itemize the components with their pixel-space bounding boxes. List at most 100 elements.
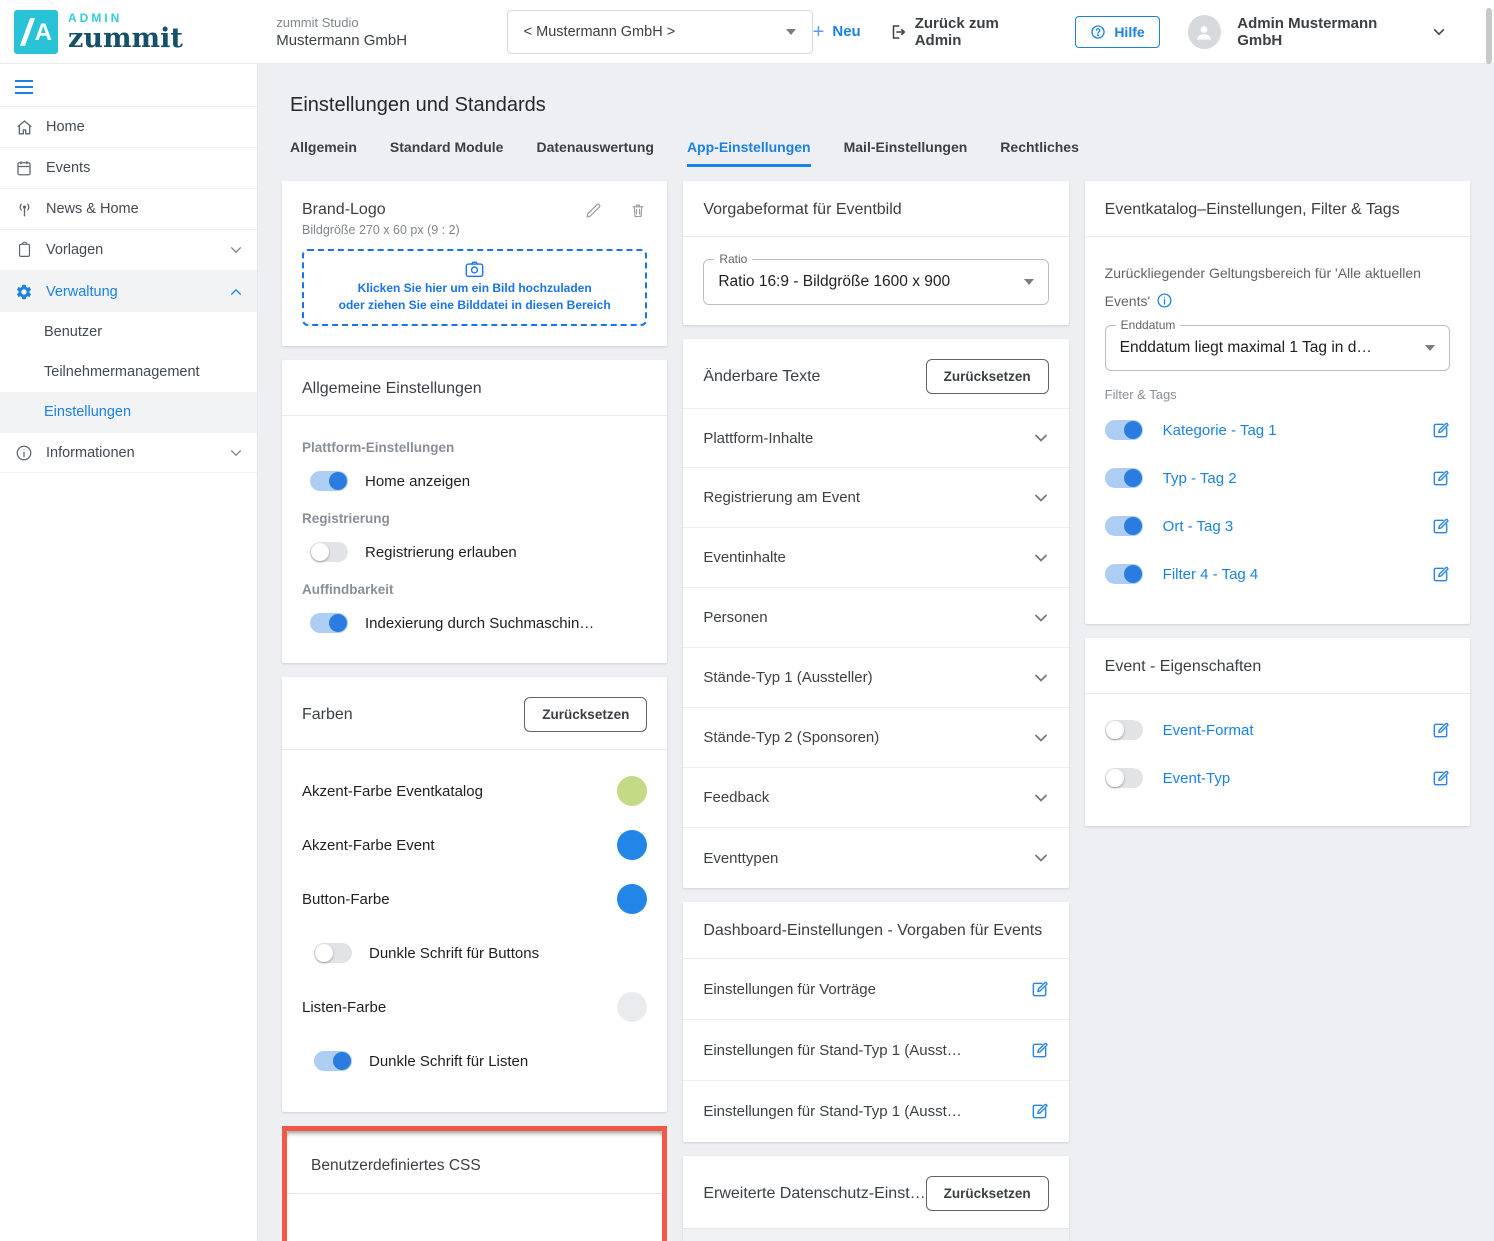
- sidebar-item-home[interactable]: Home: [0, 107, 257, 148]
- toggle-tag-4[interactable]: [1105, 564, 1143, 584]
- back-to-admin-button[interactable]: Zurück zum Admin: [889, 15, 1048, 49]
- accordion-feedback[interactable]: Feedback: [683, 768, 1068, 828]
- app-logo[interactable]: A ADMIN zummit: [0, 10, 256, 54]
- accordion-registrierung-am-event[interactable]: Registrierung am Event: [683, 468, 1068, 528]
- tag-row-filter-4: Filter 4 - Tag 4: [1105, 550, 1450, 598]
- camera-icon: [464, 260, 485, 278]
- chevron-down-icon: [229, 446, 243, 460]
- edit-square-icon[interactable]: [1030, 1041, 1049, 1060]
- sidebar-item-events[interactable]: Events: [0, 148, 257, 189]
- accordion-personen[interactable]: Personen: [683, 588, 1068, 648]
- tab-app-einstellungen[interactable]: App-Einstellungen: [687, 139, 811, 167]
- card-title: Erweiterte Datenschutz-Einst…: [703, 1185, 925, 1203]
- edit-square-icon[interactable]: [1030, 1102, 1049, 1121]
- toggle-registrierung-erlauben[interactable]: [310, 542, 348, 562]
- edit-square-icon[interactable]: [1431, 721, 1450, 740]
- card-title: Vorgabeformat für Eventbild: [703, 201, 901, 219]
- accordion-staende-typ-2[interactable]: Stände-Typ 2 (Sponsoren): [683, 708, 1068, 768]
- edit-square-icon[interactable]: [1431, 565, 1450, 584]
- sidebar-item-teilnehmermanagement[interactable]: Teilnehmermanagement: [0, 352, 257, 392]
- toggle-home-anzeigen[interactable]: [310, 471, 348, 491]
- scrollbar[interactable]: [1486, 8, 1492, 64]
- event-catalog-card: Eventkatalog–Einstellungen, Filter & Tag…: [1085, 181, 1470, 624]
- property-label[interactable]: Event-Typ: [1163, 770, 1231, 787]
- toggle-dunkle-schrift-listen[interactable]: [314, 1051, 352, 1071]
- reset-texts-button[interactable]: Zurücksetzen: [926, 359, 1049, 394]
- help-button-label: Hilfe: [1114, 24, 1144, 40]
- person-icon: [1194, 22, 1214, 42]
- card-title: Eventkatalog–Einstellungen, Filter & Tag…: [1105, 201, 1400, 219]
- sidebar-item-vorlagen[interactable]: Vorlagen: [0, 230, 257, 271]
- toggle-event-typ[interactable]: [1105, 768, 1143, 788]
- ratio-select[interactable]: Ratio Ratio 16:9 - Bildgröße 1600 x 900: [703, 259, 1048, 305]
- edit-square-icon[interactable]: [1431, 769, 1450, 788]
- row-einstellungen-stand-typ-1b: Einstellungen für Stand-Typ 1 (Ausst…: [683, 1081, 1068, 1142]
- editable-texts-card: Änderbare Texte Zurücksetzen Plattform-I…: [683, 339, 1068, 888]
- color-swatch-eventkatalog[interactable]: [617, 776, 647, 806]
- tag-label[interactable]: Typ - Tag 2: [1163, 470, 1237, 487]
- toggle-event-format[interactable]: [1105, 720, 1143, 740]
- reset-colors-button[interactable]: Zurücksetzen: [524, 697, 647, 732]
- account-menu[interactable]: Admin Mustermann GmbH: [1237, 15, 1446, 49]
- accordion-plattform-inhalte[interactable]: Plattform-Inhalte: [683, 408, 1068, 468]
- general-settings-card: Allgemeine Einstellungen Plattform-Einst…: [282, 360, 667, 663]
- tab-standard-module[interactable]: Standard Module: [390, 139, 504, 167]
- organization-select[interactable]: < Mustermann GmbH >: [507, 10, 813, 54]
- color-swatch-listen[interactable]: [617, 992, 647, 1022]
- clipboard-icon: [14, 240, 34, 260]
- toggle-tag-1[interactable]: [1105, 420, 1143, 440]
- tab-datenauswertung[interactable]: Datenauswertung: [536, 139, 653, 167]
- sidebar-item-news-home[interactable]: News & Home: [0, 189, 257, 230]
- tag-label[interactable]: Kategorie - Tag 1: [1163, 422, 1277, 439]
- new-button[interactable]: + Neu: [813, 23, 861, 41]
- accordion-staende-typ-1[interactable]: Stände-Typ 1 (Aussteller): [683, 648, 1068, 708]
- sidebar-subitem-label: Einstellungen: [44, 404, 131, 420]
- edit-square-icon[interactable]: [1030, 980, 1049, 999]
- edit-pencil-icon[interactable]: [584, 201, 603, 220]
- sidebar-item-einstellungen[interactable]: Einstellungen: [0, 392, 257, 432]
- sidebar-item-verwaltung[interactable]: Verwaltung: [0, 271, 257, 312]
- enddatum-select[interactable]: Enddatum Enddatum liegt maximal 1 Tag in…: [1105, 325, 1450, 371]
- toggle-dunkle-schrift-buttons[interactable]: [314, 943, 352, 963]
- image-upload-dropzone[interactable]: Klicken Sie hier um ein Bild hochzuladen…: [302, 249, 647, 326]
- property-label[interactable]: Event-Format: [1163, 722, 1254, 739]
- accordion-eventtypen[interactable]: Eventtypen: [683, 828, 1068, 888]
- trash-icon[interactable]: [629, 201, 647, 220]
- color-swatch-button[interactable]: [617, 884, 647, 914]
- color-swatch-event[interactable]: [617, 830, 647, 860]
- edit-square-icon[interactable]: [1431, 469, 1450, 488]
- edit-square-icon[interactable]: [1431, 517, 1450, 536]
- sidebar-subitem-label: Teilnehmermanagement: [44, 364, 200, 380]
- tab-allgemein[interactable]: Allgemein: [290, 139, 357, 167]
- tag-label[interactable]: Filter 4 - Tag 4: [1163, 566, 1259, 583]
- top-header: A ADMIN zummit zummit Studio Mustermann …: [0, 0, 1494, 64]
- reset-privacy-button[interactable]: Zurücksetzen: [926, 1176, 1049, 1211]
- sidebar-item-label: News & Home: [46, 201, 139, 217]
- tab-rechtliches[interactable]: Rechtliches: [1000, 139, 1079, 167]
- sidebar-toggle[interactable]: [0, 64, 257, 107]
- sidebar-item-informationen[interactable]: Informationen: [0, 432, 257, 473]
- chevron-down-icon: [1033, 670, 1049, 686]
- sidebar-item-label: Informationen: [46, 445, 135, 461]
- scope-description: Zurückliegender Geltungsbereich für 'All…: [1105, 265, 1421, 309]
- toggle-indexierung[interactable]: [310, 613, 348, 633]
- sidebar-item-benutzer[interactable]: Benutzer: [0, 312, 257, 352]
- toggle-tag-3[interactable]: [1105, 516, 1143, 536]
- colors-card: Farben Zurücksetzen Akzent-Farbe Eventka…: [282, 677, 667, 1112]
- tag-label[interactable]: Ort - Tag 3: [1163, 518, 1234, 535]
- edit-square-icon[interactable]: [1431, 421, 1450, 440]
- calendar-icon: [14, 158, 34, 178]
- tab-mail-einstellungen[interactable]: Mail-Einstellungen: [844, 139, 968, 167]
- info-circle-icon[interactable]: [1156, 292, 1173, 309]
- accordion-eventinhalte[interactable]: Eventinhalte: [683, 528, 1068, 588]
- avatar[interactable]: [1188, 15, 1222, 49]
- card-title: Allgemeine Einstellungen: [302, 380, 482, 398]
- info-icon: [14, 443, 34, 463]
- new-button-label: Neu: [832, 23, 860, 40]
- custom-css-editor[interactable]: [287, 1194, 662, 1241]
- toggle-tag-2[interactable]: [1105, 468, 1143, 488]
- accordion-label: Eventtypen: [703, 850, 778, 867]
- help-button[interactable]: Hilfe: [1075, 16, 1159, 48]
- chevron-down-icon: [1033, 430, 1049, 446]
- row-einstellungen-vortraege: Einstellungen für Vorträge: [683, 959, 1068, 1020]
